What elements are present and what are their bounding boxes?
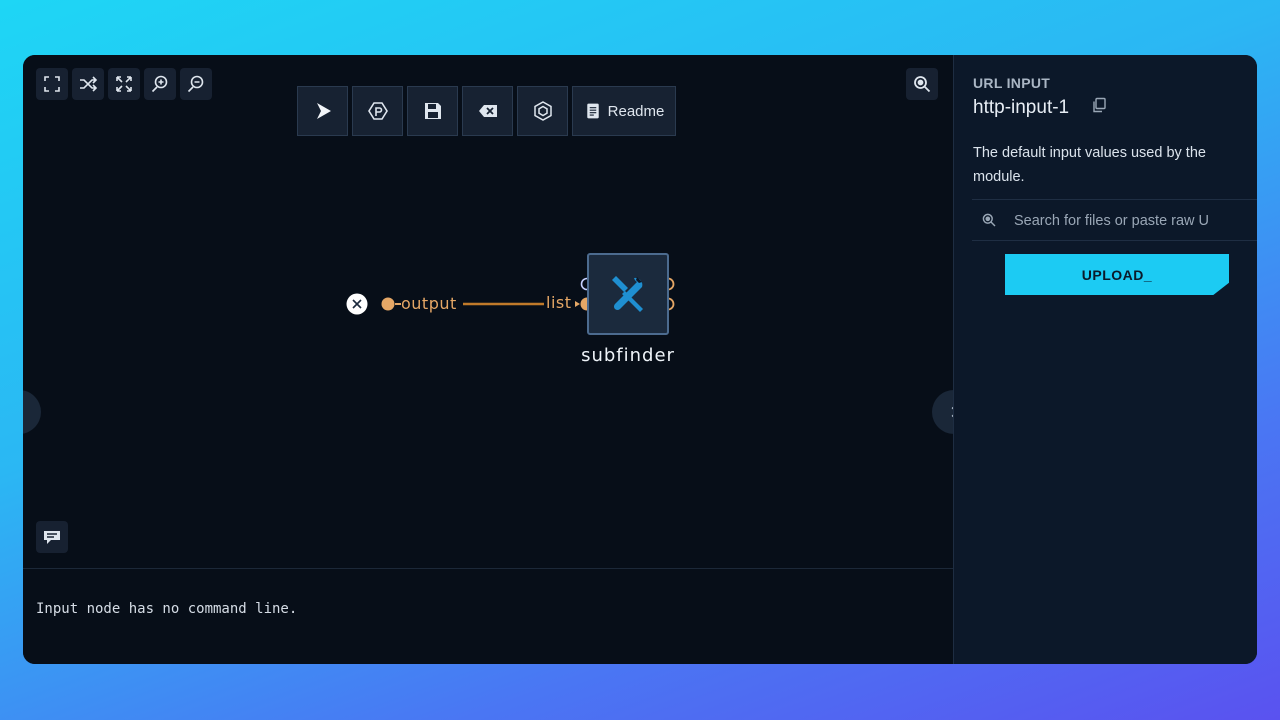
upload-button[interactable]: UPLOAD_ [1005, 254, 1229, 295]
output-port [381, 297, 395, 311]
console-panel: Input node has no command line. [23, 568, 953, 664]
subfinder-node[interactable] [587, 253, 669, 335]
edge-list-label: list [546, 293, 572, 312]
copy-icon[interactable] [1091, 97, 1107, 113]
search-icon [982, 213, 996, 227]
file-search-input[interactable] [1012, 200, 1256, 242]
subfinder-node-title: subfinder [581, 345, 675, 366]
graph-edges [346, 277, 675, 315]
panel-heading: URL INPUT [973, 75, 1051, 91]
console-message: Input node has no command line. [36, 601, 298, 617]
workflow-app: Readme output list subfinder Input node … [23, 55, 1257, 664]
edge-output-label: output [401, 294, 457, 313]
workflow-canvas[interactable]: Readme output list subfinder [23, 55, 976, 568]
file-search-row [972, 199, 1257, 242]
tools-icon [612, 276, 643, 312]
properties-panel: URL INPUT http-input-1 The default input… [953, 55, 1257, 664]
panel-description: The default input values used by the mod… [973, 145, 1206, 185]
node-name: http-input-1 [973, 97, 1070, 118]
